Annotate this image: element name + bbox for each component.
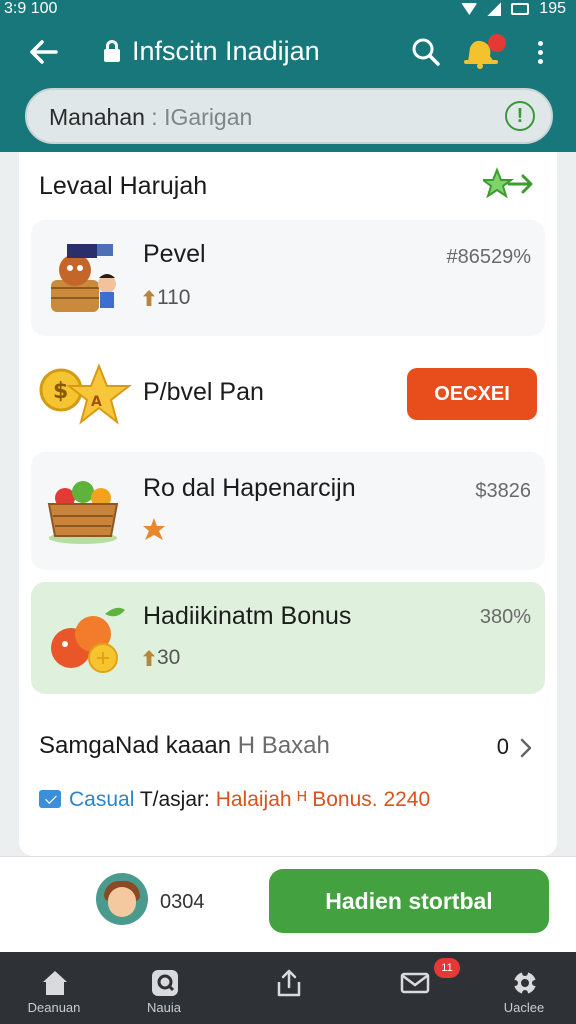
summary-row[interactable]: SamgaNad kaaan H Baxah 0 [39, 730, 539, 766]
coin-star-icon: $ A [39, 363, 132, 425]
title-row: Infscitn Inadijan [0, 22, 576, 82]
info-icon[interactable]: ! [505, 101, 535, 131]
page-title: Infscitn Inadijan [132, 36, 320, 66]
search-text: Manahan : IGarigan [49, 104, 252, 131]
svg-text:A: A [91, 394, 102, 410]
svg-text:$: $ [53, 379, 68, 404]
row-name: P/bvel Pan [143, 378, 264, 406]
row-value: #86529% [446, 246, 531, 268]
nav-label: Nauia [147, 1000, 181, 1015]
nav-item-share[interactable] [238, 952, 338, 1024]
search-icon[interactable] [410, 36, 442, 68]
row-action-button[interactable]: OECXEI [407, 368, 537, 420]
summary-title: SamgaNad kaaan H Baxah [39, 732, 330, 759]
avatar[interactable] [96, 873, 148, 925]
game-icon [152, 970, 178, 996]
mail-badge: 11 [434, 958, 460, 978]
fruit-crate-icon [47, 481, 119, 544]
fruit-bonus-icon [51, 607, 125, 673]
search-tail: : IGarigan [144, 104, 253, 130]
status-bar: 3:9 100 195 [0, 0, 576, 20]
nav-label: Deanuan [27, 1000, 81, 1015]
nav-item-game[interactable]: Nauia [114, 952, 214, 1024]
list-item-pbvel-pan: $ A P/bvel Pan OECXEI [31, 348, 545, 444]
row-name: Hadiikinatm Bonus [143, 602, 352, 630]
action-bar: 0304 Hadien stortbal [0, 856, 576, 952]
coin-icon [143, 650, 155, 666]
mail-icon [39, 790, 61, 808]
cta-button[interactable]: Hadien stortbal [269, 869, 549, 933]
promo-highlight: Halaijah ᴴ Bonus. 2240 [215, 788, 431, 811]
section-title: Levaal Harujah [39, 172, 208, 200]
row-name: Ro dal Hapenarcijn [143, 474, 356, 502]
back-arrow-icon[interactable] [28, 36, 60, 68]
system-icons: 195 [461, 0, 566, 18]
main-panel: Levaal Harujah Pevel 110 #86529% $ A P/b… [19, 152, 557, 856]
list-item-pevel[interactable]: Pevel 110 #86529% [31, 220, 545, 336]
more-vert-icon[interactable] [528, 38, 552, 70]
search-lead: Manahan [49, 104, 145, 130]
basket-character-icon [51, 244, 116, 312]
home-icon [43, 971, 67, 995]
notification-badge [488, 34, 506, 52]
score-text: 0304 [160, 891, 205, 913]
list-item-hapenarcijn[interactable]: Ro dal Hapenarcijn $3826 [31, 452, 545, 570]
status-time: 3:9 100 [4, 0, 58, 17]
row-value: $3826 [475, 480, 531, 502]
row-value: 380% [479, 606, 531, 628]
nav-item-home[interactable]: Deanuan [4, 952, 104, 1024]
nav-label: Uaclee [503, 1000, 545, 1015]
row-sub: 110 [143, 286, 190, 310]
star-arrow-icon[interactable] [483, 166, 535, 202]
share-icon [277, 969, 301, 997]
list-item-bonus[interactable]: Hadiikinatm Bonus 30 380% [31, 582, 545, 694]
gear-icon [512, 970, 538, 996]
battery-level: 195 [539, 0, 566, 17]
promo-line[interactable]: Casual T/asjar: Halaijah ᴴ Bonus. 2240 [39, 788, 539, 818]
promo-mid: T/asjar: [134, 788, 216, 811]
maple-leaf-icon [143, 518, 165, 540]
mail-icon [400, 972, 430, 994]
promo-tag: Casual [69, 788, 135, 811]
signal-icon [487, 2, 502, 16]
row-name: Pevel [143, 240, 206, 268]
summary-count: 0 [496, 734, 509, 759]
app-bar: 3:9 100 195 Infscitn Inadijan Manahan: … [0, 0, 576, 152]
chevron-right-icon[interactable] [519, 738, 533, 758]
bottom-nav: Deanuan Nauia Uaclee [0, 952, 576, 1024]
search-bar[interactable]: Manahan : IGarigan ! [25, 88, 553, 144]
lock-icon [104, 40, 120, 62]
wifi-icon [461, 3, 478, 15]
coin-icon [143, 290, 155, 306]
row-sub: 30 [143, 646, 180, 670]
battery-icon [511, 3, 530, 15]
nav-item-settings[interactable]: Uaclee [474, 952, 574, 1024]
